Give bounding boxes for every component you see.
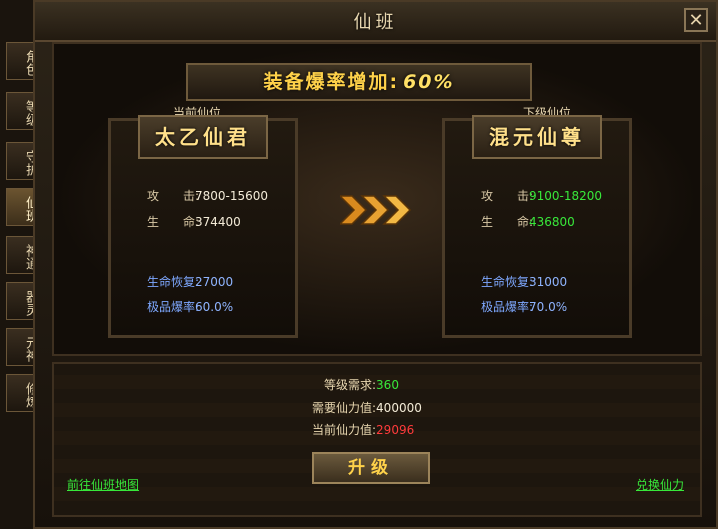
regen-value: 31000 xyxy=(529,275,568,289)
attack-label: 攻 击: xyxy=(481,189,534,203)
current-attack: 攻 击:7800-15600 xyxy=(147,187,268,204)
current-regen: 生命恢复:27000 xyxy=(147,273,233,290)
current-rank-name: 太乙仙君 xyxy=(138,115,268,159)
needed-power-value: 400000 xyxy=(376,401,422,415)
drop-label: 极品爆率: xyxy=(147,300,200,314)
current-rank-card: 太乙仙君 攻 击:7800-15600 生 命:374400 生命恢复:2700… xyxy=(108,115,298,338)
current-drop: 极品爆率:60.0% xyxy=(147,298,233,315)
regen-value: 27000 xyxy=(195,275,234,289)
needed-power-label: 需要仙力值: xyxy=(312,401,377,415)
title-bar[interactable]: 仙班 ✕ xyxy=(35,2,716,42)
regen-label: 生命恢复: xyxy=(481,275,534,289)
attack-value: 9100-18200 xyxy=(529,189,603,203)
current-power-label: 当前仙力值: xyxy=(312,423,377,437)
regen-label: 生命恢复: xyxy=(147,275,200,289)
needed-power: 需要仙力值:400000 xyxy=(312,399,422,416)
close-icon: ✕ xyxy=(688,10,704,31)
close-button[interactable]: ✕ xyxy=(684,8,708,32)
drop-rate-banner: 装备爆率增加: 60% xyxy=(186,63,532,101)
level-req-label: 等级需求: xyxy=(324,378,377,392)
banner-value: 60% xyxy=(403,71,455,93)
level-req-value: 360 xyxy=(376,378,399,392)
life-value: 374400 xyxy=(195,215,241,229)
window: 角色 等级 守护 仙班 神通 器灵 元神 修炼 仙班 ✕ 装备爆率增加: 60% … xyxy=(0,0,718,529)
banner-text: 装备爆率增加: xyxy=(263,71,400,93)
drop-value: 60.0% xyxy=(195,300,234,314)
next-attack: 攻 击:9100-18200 xyxy=(481,187,602,204)
drop-label: 极品爆率: xyxy=(481,300,534,314)
attack-label: 攻 击: xyxy=(147,189,200,203)
upgrade-arrow-icon xyxy=(340,195,412,225)
level-requirement: 等级需求:360 xyxy=(324,376,399,393)
current-life: 生 命:374400 xyxy=(147,213,241,230)
current-power: 当前仙力值:29096 xyxy=(312,421,414,438)
life-label: 生 命: xyxy=(481,215,534,229)
current-power-value: 29096 xyxy=(376,423,415,437)
window-title: 仙班 xyxy=(353,12,398,33)
attack-value: 7800-15600 xyxy=(195,189,269,203)
life-value: 436800 xyxy=(529,215,575,229)
next-drop: 极品爆率:70.0% xyxy=(481,298,567,315)
drop-value: 70.0% xyxy=(529,300,568,314)
next-rank-name: 混元仙尊 xyxy=(472,115,602,159)
next-life: 生 命:436800 xyxy=(481,213,575,230)
life-label: 生 命: xyxy=(147,215,200,229)
upgrade-button[interactable]: 升级 xyxy=(312,452,430,484)
next-rank-card: 混元仙尊 攻 击:9100-18200 生 命:436800 生命恢复:3100… xyxy=(442,115,632,338)
next-regen: 生命恢复:31000 xyxy=(481,273,567,290)
exchange-power-link[interactable]: 兑换仙力 xyxy=(636,476,684,493)
goto-map-link[interactable]: 前往仙班地图 xyxy=(67,476,139,493)
